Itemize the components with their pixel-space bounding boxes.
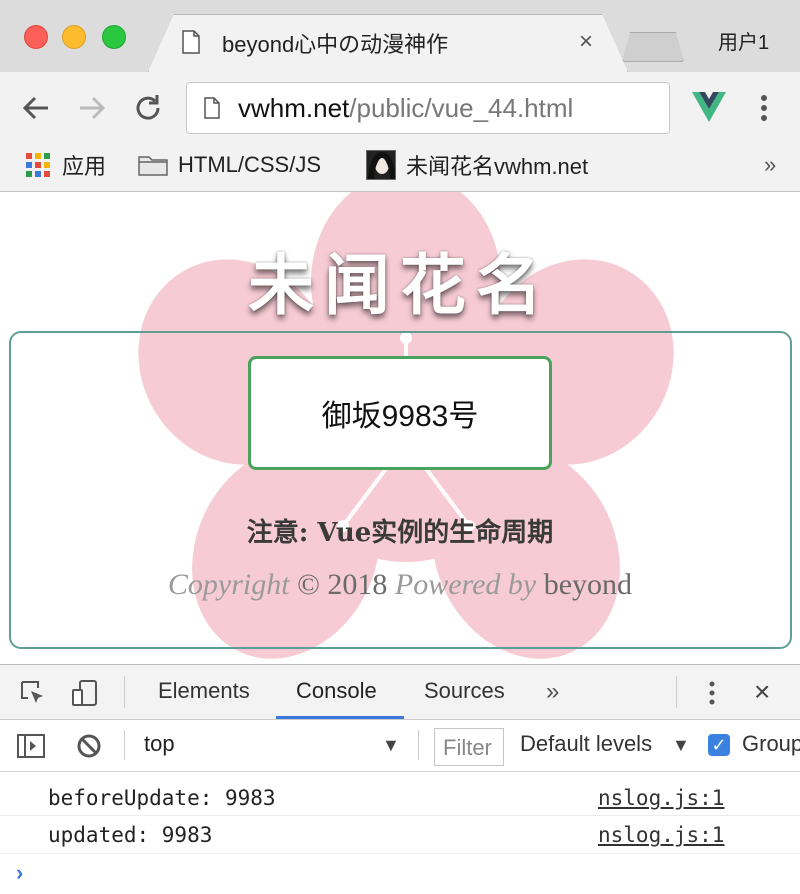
more-tabs-button[interactable]: » bbox=[546, 678, 559, 706]
toolbar-divider bbox=[676, 676, 677, 708]
console-filter-input[interactable]: Filter bbox=[434, 728, 504, 766]
log-source-link[interactable]: nslog.js:1 bbox=[598, 823, 724, 847]
bookmark-label: HTML/CSS/JS bbox=[178, 152, 322, 177]
forward-arrow-icon[interactable] bbox=[74, 90, 110, 126]
zoom-window-button[interactable] bbox=[102, 25, 126, 49]
page-info-icon[interactable] bbox=[204, 97, 220, 119]
copyright-powered: Powered by bbox=[394, 568, 537, 601]
profile-user-label[interactable]: 用户1 bbox=[718, 26, 769, 55]
page-icon bbox=[182, 30, 200, 54]
group-similar-checkbox[interactable]: ✓ bbox=[708, 734, 730, 756]
hero-title: 未闻花名 bbox=[248, 247, 552, 324]
log-levels-dropdown[interactable]: Default levels bbox=[520, 731, 652, 757]
name-display-box: 御坂9983号 bbox=[248, 356, 552, 470]
log-source-link[interactable]: nslog.js:1 bbox=[598, 786, 724, 810]
tab-title[interactable]: beyond心中の动漫神作 bbox=[222, 27, 448, 59]
copyright-prefix: Copyright bbox=[167, 568, 290, 601]
active-tab-indicator bbox=[276, 716, 404, 719]
execution-context-select[interactable]: top bbox=[144, 731, 175, 757]
log-message: beforeUpdate: 9983 bbox=[48, 786, 276, 810]
tab-elements[interactable]: Elements bbox=[158, 678, 250, 704]
devtools-menu-icon[interactable] bbox=[704, 678, 720, 708]
url-host: vwhm.net bbox=[238, 93, 350, 123]
chevron-down-icon[interactable]: ▼ bbox=[382, 735, 400, 756]
bookmark-label: 应用 bbox=[62, 154, 107, 179]
vue-devtools-extension-icon[interactable] bbox=[692, 92, 726, 122]
clear-console-icon[interactable] bbox=[74, 732, 104, 760]
inspect-element-icon[interactable] bbox=[18, 678, 48, 708]
devtools-close-icon[interactable]: × bbox=[754, 676, 770, 708]
console-prompt-icon[interactable]: › bbox=[16, 860, 23, 886]
close-window-button[interactable] bbox=[24, 25, 48, 49]
tab-close-icon[interactable]: × bbox=[574, 28, 598, 56]
console-sidebar-icon[interactable] bbox=[16, 732, 46, 760]
folder-icon bbox=[138, 156, 168, 176]
minimize-window-button[interactable] bbox=[62, 25, 86, 49]
bookmark-folder-html-css-js[interactable]: HTML/CSS/JS bbox=[138, 150, 321, 180]
bookmarks-overflow-button[interactable]: » bbox=[764, 152, 776, 178]
devtools-tab-bar bbox=[0, 664, 800, 720]
copyright-author[interactable]: beyond bbox=[544, 568, 632, 601]
back-arrow-icon[interactable] bbox=[18, 90, 54, 126]
apps-grid-icon bbox=[26, 153, 50, 177]
device-toolbar-icon[interactable] bbox=[70, 678, 100, 708]
group-similar-label[interactable]: Group similar bbox=[742, 731, 800, 757]
new-tab-button[interactable] bbox=[622, 32, 684, 62]
url-path: /public/vue_44.html bbox=[349, 93, 574, 123]
site-avatar-icon bbox=[366, 150, 396, 180]
copyright-year: © 2018 bbox=[297, 568, 388, 601]
url-text[interactable]: vwhm.net/public/vue_44.html bbox=[238, 93, 573, 124]
toolbar-divider bbox=[124, 730, 125, 760]
toolbar-divider bbox=[124, 676, 125, 708]
copyright-footer: Copyright © 2018 Powered by beyond bbox=[0, 568, 800, 602]
lifecycle-note: 注意: Vue实例的生命周期 bbox=[246, 518, 554, 548]
bookmark-label: 未闻花名vwhm.net bbox=[406, 154, 589, 179]
toolbar-divider bbox=[418, 730, 419, 760]
chevron-down-icon[interactable]: ▼ bbox=[672, 735, 690, 756]
bookmark-vwhm[interactable]: 未闻花名vwhm.net bbox=[366, 150, 588, 180]
bookmark-apps[interactable]: 应用 bbox=[26, 150, 106, 180]
tab-console[interactable]: Console bbox=[296, 678, 377, 704]
browser-menu-icon[interactable] bbox=[754, 92, 774, 124]
log-message: updated: 9983 bbox=[48, 823, 213, 847]
tab-sources[interactable]: Sources bbox=[424, 678, 505, 704]
reload-icon[interactable] bbox=[130, 90, 166, 126]
